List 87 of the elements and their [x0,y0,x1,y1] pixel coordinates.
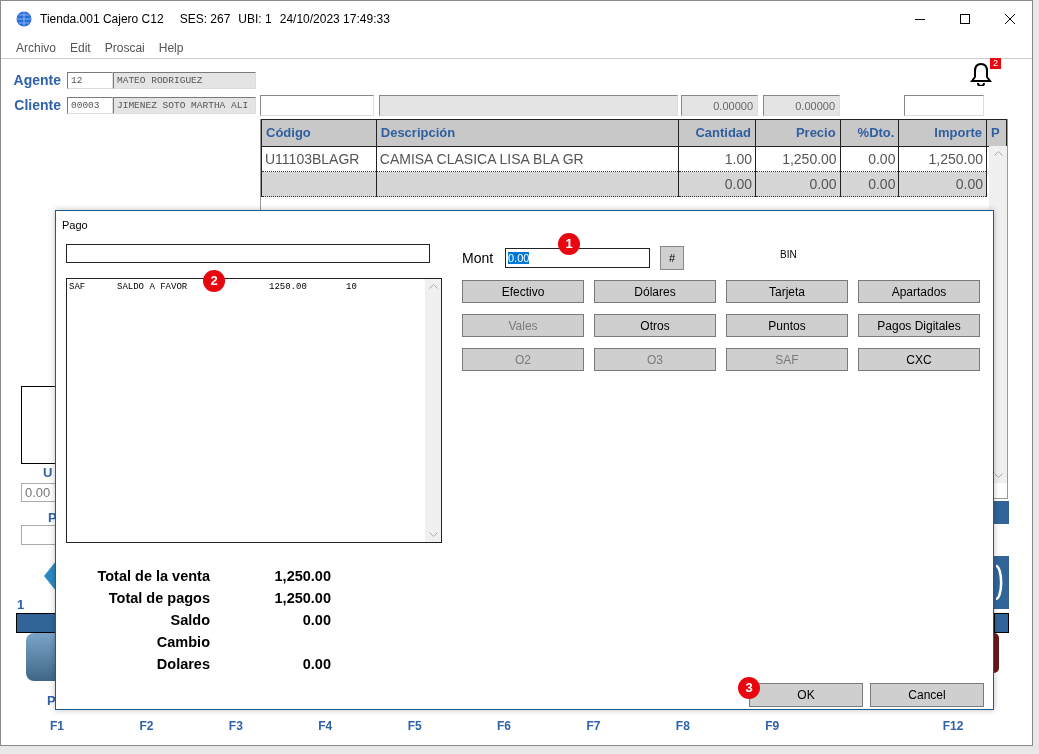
bell-icon[interactable] [970,61,992,86]
scrollbar[interactable] [425,279,441,542]
total-label: Cambio [155,633,210,652]
payment-method-button[interactable]: Pagos Digitales [858,314,980,337]
cancel-button[interactable]: Cancel [870,683,984,707]
total-label: Dolares [155,655,210,674]
field-label: U [43,464,53,482]
column-header[interactable]: Descripción [376,119,679,147]
function-key-label: F3 [228,718,244,735]
table-cell: 1.00 [678,146,756,172]
session-label: SES: 267 [179,11,231,28]
amount-field: 0.00000 [763,95,840,116]
column-header[interactable]: %Dto. [840,119,899,147]
list-cell-text: 1250.00 [269,281,308,294]
function-key-label: F5 [407,718,423,735]
list-cell-text: SALDO A FAVOR [117,281,189,294]
menu-item[interactable]: Edit [70,38,91,57]
function-key-label: F2 [139,718,155,735]
function-key-label: F4 [318,718,334,735]
table-cell: 0.00 [840,171,899,197]
scroll-up-icon [428,283,438,289]
menu-item[interactable]: Archivo [16,38,56,57]
total-label: Total de la venta [96,567,210,586]
total-value: 1,250.00 [273,567,331,586]
payment-method-button[interactable]: Efectivo [462,280,584,303]
column-header[interactable]: Código [261,119,377,147]
scroll-up-icon [993,150,1003,156]
function-key-label: F6 [497,718,513,735]
client-name-field: JIMENEZ SOTO MARTHA ALI [113,97,256,114]
payment-method-button[interactable]: Otros [594,314,716,337]
total-label: Saldo [169,611,210,630]
input-field[interactable] [904,95,984,116]
payment-method-button[interactable]: CXC [858,348,980,371]
function-key-label: F9 [765,718,781,735]
window-title: Tienda.001 Cajero C12 [40,11,164,28]
table-cell: 0.00 [840,146,899,172]
maximize-icon [959,14,970,24]
status-bar [16,613,56,633]
list-cell-text: 10 [346,281,358,294]
column-header[interactable]: Importe [898,119,987,147]
total-label: Total de pagos [107,589,210,608]
payment-method-button[interactable]: Apartados [858,280,980,303]
total-value: 0.00 [301,655,331,674]
field-label: P [47,692,56,710]
close-icon [1004,14,1015,24]
client-code-field[interactable]: 00003 [67,97,113,114]
location-label: UBI: 1 [238,11,272,28]
function-key-label: F7 [586,718,602,735]
table-cell: 0.00 [898,171,987,197]
amount-field: 0.00000 [681,95,758,116]
hash-button[interactable]: # [660,246,684,270]
list-cell-text: SAF [69,281,87,294]
search-field[interactable] [66,244,430,263]
agent-label: Agente [12,71,61,90]
column-header[interactable]: P [986,119,1007,147]
agent-name-field: MATEO RODRIGUEZ [113,72,256,89]
function-key-label: F1 [50,718,65,735]
menu-item[interactable]: Proscai [104,38,145,57]
table-cell: 1,250.00 [755,146,841,172]
status-bar [994,613,1009,633]
datetime-label: 24/10/2023 17:49:33 [279,11,390,28]
column-header[interactable]: Cantidad [678,119,756,147]
notification-count: 2 [990,57,1001,69]
payment-method-button[interactable]: Tarjeta [726,280,848,303]
field-label: 1 [17,596,25,614]
function-key-label: F12 [942,718,965,735]
function-key-label: F8 [675,718,691,735]
column-header[interactable]: Precio [755,119,841,147]
agent-code-field[interactable]: 12 [67,72,113,89]
input-field[interactable] [260,95,374,116]
table-cell: CAMISA CLASICA LISA BLA GR [376,146,679,172]
payment-method-button[interactable]: Dólares [594,280,716,303]
status-bar [994,501,1009,524]
table-cell: 0.00 [755,171,841,197]
scroll-down-icon [428,532,438,538]
table-cell: U11103BLAGR [261,146,377,172]
dialog-title: Pago [61,218,89,233]
amount-label: Mont [462,248,495,268]
total-value: 1,250.00 [273,589,331,608]
client-label: Cliente [13,96,61,115]
bin-label: BIN [780,247,797,262]
input-field[interactable] [379,95,678,116]
globe-icon [16,11,32,27]
table-cell: 1,250.00 [898,146,987,172]
menu-item[interactable]: Help [158,38,184,57]
payment-method-button[interactable]: Puntos [726,314,848,337]
total-value: 0.00 [301,611,331,630]
